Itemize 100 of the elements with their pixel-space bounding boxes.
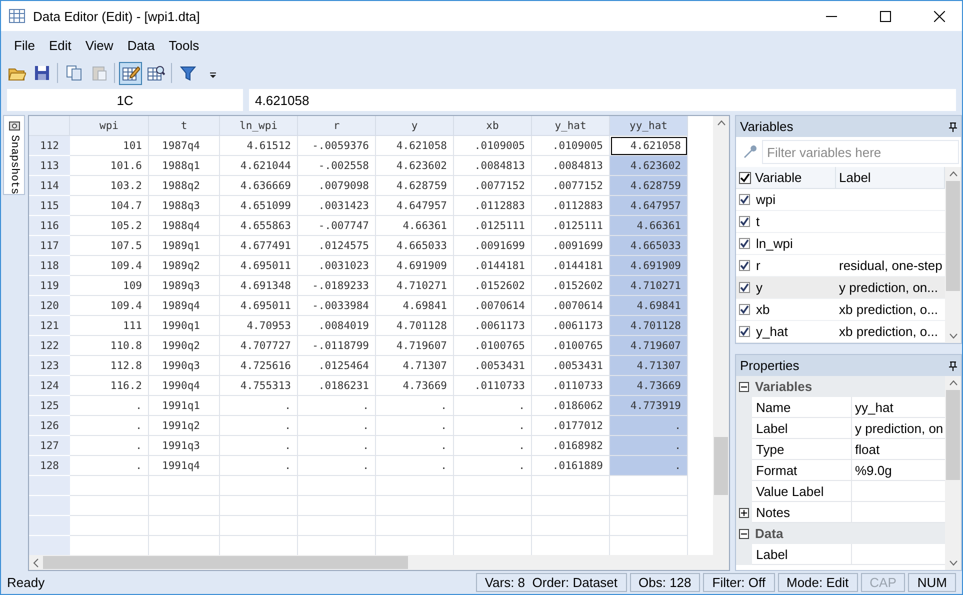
column-header[interactable]: wpi xyxy=(70,116,149,136)
menu-item[interactable]: Tools xyxy=(162,36,206,54)
cell-value-field[interactable]: 4.621058 xyxy=(249,89,956,111)
row-number: 118 xyxy=(29,256,70,276)
vertical-scrollbar[interactable] xyxy=(945,167,961,343)
column-header[interactable]: y_hat xyxy=(532,116,610,136)
table-cell: .0152602 xyxy=(454,276,532,296)
cell-reference: 1C xyxy=(7,89,243,111)
table-cell: 1990q3 xyxy=(149,356,220,376)
table-cell: .0112883 xyxy=(454,196,532,216)
table-cell: 104.7 xyxy=(70,196,149,216)
table-cell: .0077152 xyxy=(532,176,610,196)
table-cell: . xyxy=(610,456,688,476)
table-cell: 4.623602 xyxy=(376,156,454,176)
column-header[interactable]: ln_wpi xyxy=(220,116,298,136)
table-cell: . xyxy=(298,456,376,476)
wrench-icon xyxy=(742,144,758,160)
camera-icon xyxy=(8,120,20,131)
table-cell: 101.6 xyxy=(70,156,149,176)
table-cell: 103.2 xyxy=(70,176,149,196)
row-number: 127 xyxy=(29,436,70,456)
filter-icon xyxy=(180,65,196,81)
checkbox[interactable] xyxy=(739,172,751,184)
table-cell: 4.691348 xyxy=(220,276,298,296)
checkbox[interactable] xyxy=(739,238,750,249)
table-cell: 4.628759 xyxy=(610,176,688,196)
checkbox[interactable] xyxy=(739,194,750,205)
table-cell: 4.665033 xyxy=(610,236,688,256)
table-cell: 4.755313 xyxy=(220,376,298,396)
scroll-thumb[interactable] xyxy=(946,181,960,291)
column-header[interactable]: Variable xyxy=(736,167,836,189)
pin-icon[interactable] xyxy=(949,122,957,132)
table-cell: .0125111 xyxy=(454,216,532,236)
table-cell: 4.628759 xyxy=(376,176,454,196)
table-cell: . xyxy=(220,416,298,436)
row-number: 116 xyxy=(29,216,70,236)
table-cell: 4.677491 xyxy=(220,236,298,256)
table-cell: . xyxy=(298,416,376,436)
menu-item[interactable]: Edit xyxy=(42,36,78,54)
property-value: float xyxy=(855,442,880,456)
table-cell: .0152602 xyxy=(532,276,610,296)
column-header[interactable]: y xyxy=(376,116,454,136)
column-header[interactable]: yy_hat xyxy=(610,116,688,136)
menu-item[interactable]: Data xyxy=(120,36,162,54)
table-cell: 105.2 xyxy=(70,216,149,236)
empty-cell xyxy=(149,496,220,516)
table-cell: -.0189233 xyxy=(298,276,376,296)
property-group[interactable]: Data xyxy=(736,523,945,544)
scroll-thumb[interactable] xyxy=(43,556,408,569)
table-cell: .0144181 xyxy=(454,256,532,276)
property-name: Name xyxy=(752,397,852,418)
scroll-thumb[interactable] xyxy=(946,390,960,480)
column-header[interactable]: Label xyxy=(836,167,945,189)
corner-cell[interactable] xyxy=(29,116,70,136)
vertical-scrollbar[interactable] xyxy=(945,376,961,570)
menu-item[interactable]: View xyxy=(78,36,120,54)
table-cell: . xyxy=(70,456,149,476)
variable-label: residual, one-step xyxy=(839,258,942,273)
table-cell: .0168982 xyxy=(532,436,610,456)
window-title: Data Editor (Edit) - [wpi1.dta] xyxy=(33,8,201,24)
row-number: 114 xyxy=(29,176,70,196)
row-number: 117 xyxy=(29,236,70,256)
table-cell: 1988q2 xyxy=(149,176,220,196)
column-header[interactable]: t xyxy=(149,116,220,136)
collapse-icon[interactable] xyxy=(739,382,749,392)
table-cell: 4.71307 xyxy=(610,356,688,376)
table-cell: .0084813 xyxy=(532,156,610,176)
pin-icon[interactable] xyxy=(949,360,957,370)
checkbox[interactable] xyxy=(739,260,750,271)
column-header[interactable]: xb xyxy=(454,116,532,136)
variable-label: y prediction, on... xyxy=(839,280,938,295)
table-cell: 4.61512 xyxy=(220,136,298,156)
property-name: Value Label xyxy=(752,481,852,502)
horizontal-scrollbar[interactable] xyxy=(29,555,729,570)
checkbox[interactable] xyxy=(739,304,750,315)
column-label: Variable xyxy=(755,170,802,185)
table-cell: 4.66361 xyxy=(376,216,454,236)
group-title: Variables xyxy=(755,379,812,394)
snapshots-tab[interactable]: Snapshots xyxy=(3,115,25,195)
table-cell: .0144181 xyxy=(532,256,610,276)
column-header[interactable]: r xyxy=(298,116,376,136)
table-cell: 4.719607 xyxy=(376,336,454,356)
table-cell: 4.691909 xyxy=(376,256,454,276)
toolbar-button[interactable] xyxy=(119,62,142,84)
checkbox[interactable] xyxy=(739,326,750,337)
collapse-icon[interactable] xyxy=(739,528,749,538)
vertical-scrollbar[interactable] xyxy=(713,116,729,555)
variable-row[interactable]: y y prediction, on... xyxy=(736,277,945,299)
scroll-thumb[interactable] xyxy=(714,437,728,495)
checkbox[interactable] xyxy=(739,216,750,227)
table-cell: 4.66361 xyxy=(610,216,688,236)
filter-field[interactable]: Filter variables here xyxy=(762,140,959,164)
checkbox[interactable] xyxy=(739,282,750,293)
property-group[interactable]: Variables xyxy=(736,376,945,397)
expand-icon[interactable] xyxy=(739,508,749,518)
table-cell: . xyxy=(454,456,532,476)
menu-item[interactable]: File xyxy=(7,36,42,54)
table-cell: -.0059376 xyxy=(298,136,376,156)
table-cell: 4.655863 xyxy=(220,216,298,236)
table-cell: . xyxy=(376,456,454,476)
